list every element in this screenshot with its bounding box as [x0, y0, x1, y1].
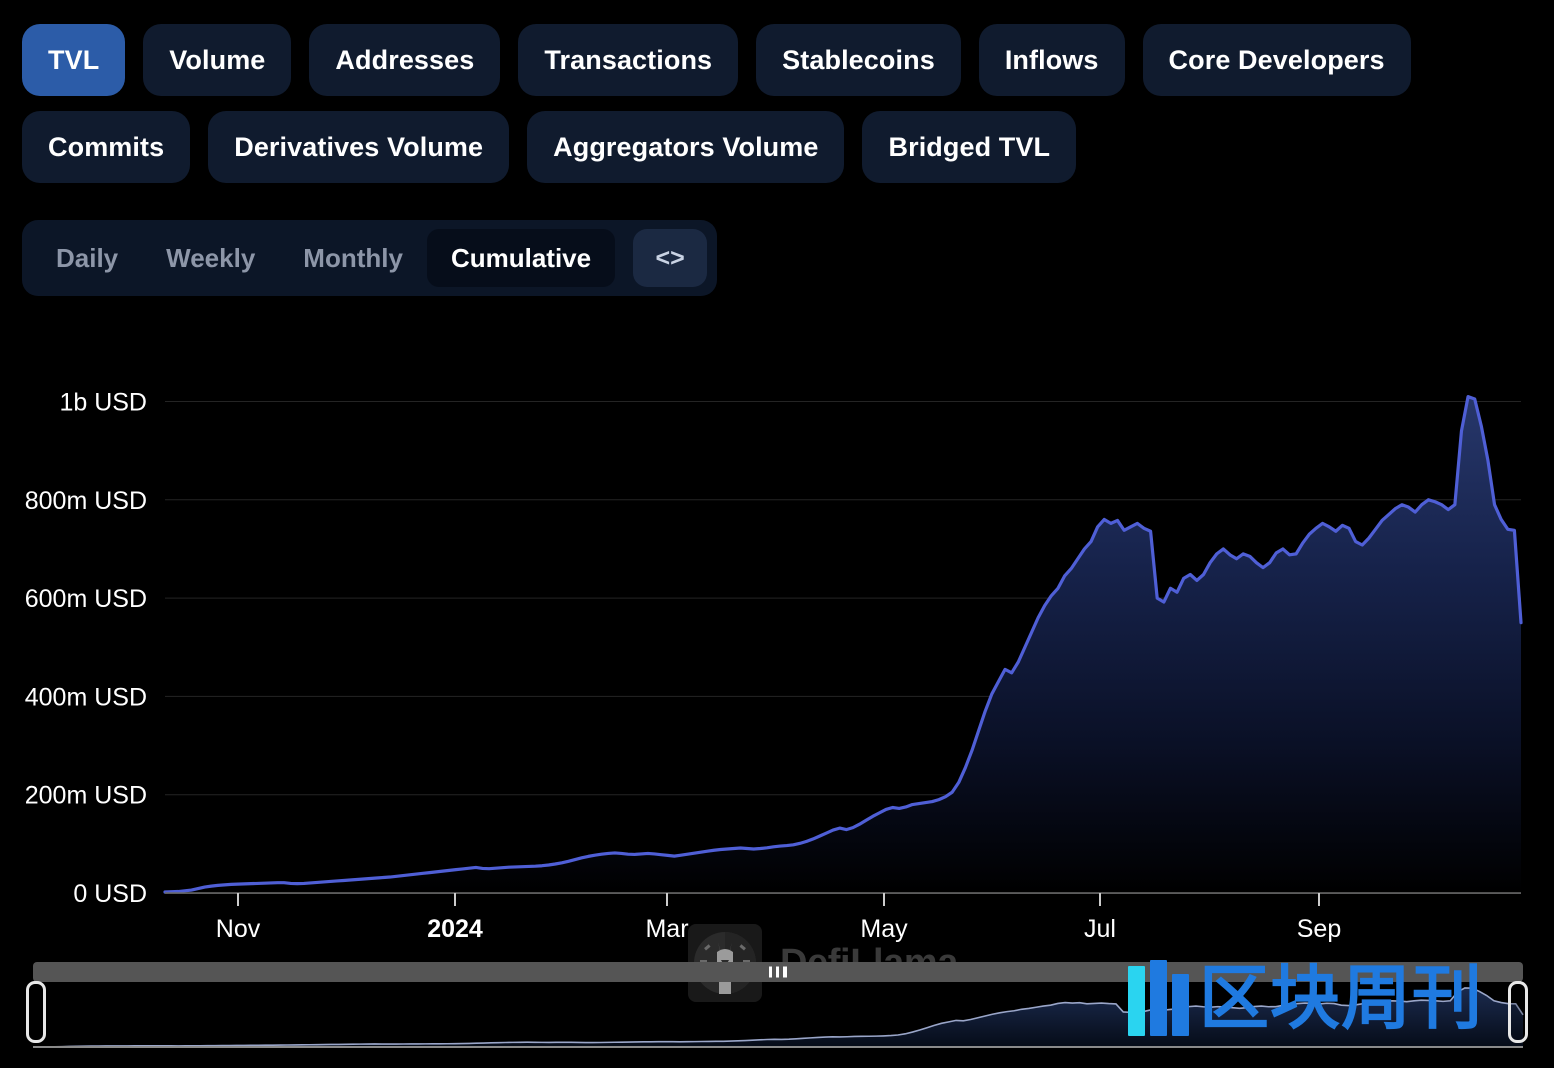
metric-tab-label: Core Developers	[1168, 44, 1385, 75]
y-axis-tick-label: 200m USD	[25, 782, 147, 810]
metric-tab-label: TVL	[48, 44, 100, 75]
interval-label: Monthly	[303, 242, 403, 273]
metric-tab-label: Volume	[169, 44, 266, 75]
brush-area-fill	[33, 987, 1523, 1047]
interval-option-weekly[interactable]: Weekly	[142, 229, 279, 287]
code-button-label: <>	[655, 243, 685, 272]
chart-canvas: 0 USD 200m USD 400m USD 600m USD 800m USD 1b …	[25, 388, 1523, 943]
x-axis-tick-label: Mar	[645, 915, 688, 943]
x-axis-tick-label: Sep	[1297, 915, 1341, 943]
metric-tab-inflows[interactable]: Inflows	[978, 24, 1125, 96]
brush-handle-right-icon[interactable]	[1508, 981, 1528, 1043]
metric-tab-label: Aggregators Volume	[553, 131, 819, 162]
interval-selector: Daily Weekly Monthly Cumulative <>	[22, 220, 718, 296]
metric-tab-bridged-tvl[interactable]: Bridged TVL	[862, 111, 1077, 183]
brush-mini-chart	[32, 987, 1524, 1048]
y-axis-tick-label: 400m USD	[25, 683, 147, 711]
range-brush[interactable]	[0, 955, 1554, 1051]
brush-handle-left-icon[interactable]	[26, 981, 46, 1043]
metric-tab-tvl[interactable]: TVL	[22, 24, 126, 96]
metric-tab-label: Bridged TVL	[888, 131, 1051, 162]
x-axis-tick-label: Jul	[1084, 915, 1116, 943]
drag-grip-icon[interactable]	[769, 966, 787, 978]
x-axis-tick-label: May	[860, 915, 908, 943]
metric-tab-derivatives-volume[interactable]: Derivatives Volume	[208, 111, 510, 183]
x-axis-tick-label: Nov	[216, 915, 261, 943]
metric-tab-label: Stablecoins	[782, 44, 935, 75]
interval-label: Daily	[56, 242, 119, 273]
y-axis-tick-label: 0 USD	[73, 880, 147, 908]
metric-tab-label: Inflows	[1004, 44, 1099, 75]
metric-tab-addresses[interactable]: Addresses	[309, 24, 501, 96]
metric-tab-core-developers[interactable]: Core Developers	[1142, 24, 1411, 96]
y-axis-tick-label: 600m USD	[25, 585, 147, 613]
code-brackets-icon[interactable]: <>	[633, 229, 708, 287]
metric-tab-volume[interactable]: Volume	[143, 24, 292, 96]
metric-tab-aggregators-volume[interactable]: Aggregators Volume	[527, 111, 845, 183]
defillama-chart-page: TVL Volume Addresses Transactions Stable…	[0, 0, 1554, 1068]
x-axis-tick-label: 2024	[427, 915, 483, 943]
metric-tab-stablecoins[interactable]: Stablecoins	[756, 24, 961, 96]
metric-tabs-row-2: Commits Derivatives Volume Aggregators V…	[22, 111, 1532, 183]
interval-option-monthly[interactable]: Monthly	[279, 229, 427, 287]
metric-tab-label: Transactions	[544, 44, 713, 75]
metric-tab-label: Addresses	[335, 44, 475, 75]
metric-tab-label: Derivatives Volume	[234, 131, 484, 162]
x-axis: Nov 2024 Mar May Jul Sep	[165, 892, 1521, 943]
interval-option-cumulative[interactable]: Cumulative	[426, 229, 616, 287]
metric-tab-transactions[interactable]: Transactions	[518, 24, 739, 96]
y-axis-tick-label: 1b USD	[59, 388, 147, 416]
chart-area-fill	[165, 396, 1521, 893]
metric-tabs-row-1: TVL Volume Addresses Transactions Stable…	[22, 24, 1532, 96]
metric-tabs: TVL Volume Addresses Transactions Stable…	[22, 24, 1532, 198]
tvl-area-chart[interactable]: 0 USD 200m USD 400m USD 600m USD 800m USD 1b …	[0, 330, 1554, 1002]
y-axis-labels: 0 USD 200m USD 400m USD 600m USD 800m USD 1b …	[25, 388, 147, 908]
metric-tab-label: Commits	[48, 131, 165, 162]
interval-label: Cumulative	[450, 242, 592, 273]
metric-tab-commits[interactable]: Commits	[22, 111, 191, 183]
interval-label: Weekly	[166, 242, 256, 273]
interval-option-daily[interactable]: Daily	[32, 229, 142, 287]
y-axis-tick-label: 800m USD	[25, 487, 147, 515]
